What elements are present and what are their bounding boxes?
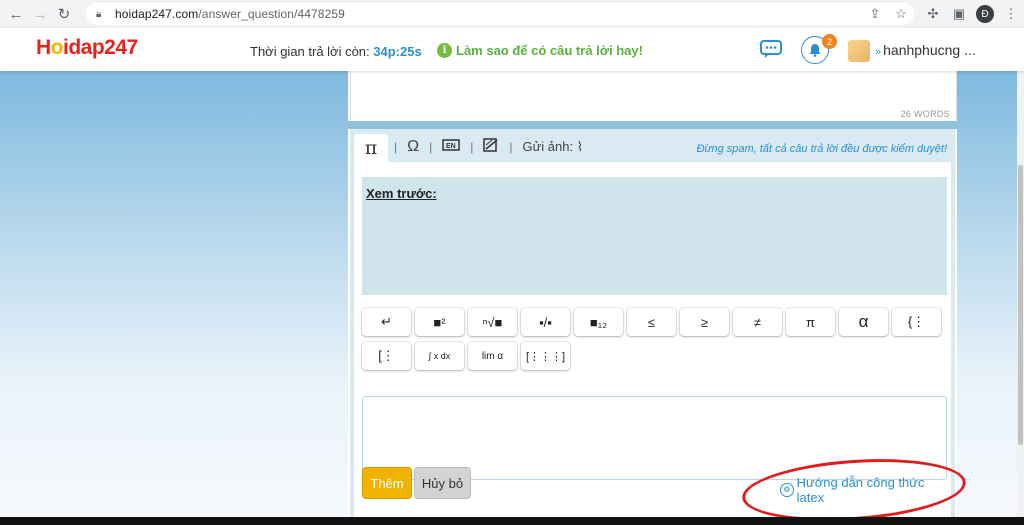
tab-draw[interactable] — [473, 137, 509, 157]
info-icon: i — [437, 43, 452, 58]
spam-notice: Đừng spam, tất cả câu trả lời đều được k… — [696, 143, 947, 155]
chevron-down-icon: » — [875, 46, 882, 58]
geq-button[interactable]: ≥ — [680, 308, 729, 336]
root-button[interactable]: ⁿ√■ — [468, 308, 517, 336]
bookmark-star-icon[interactable]: ☆ — [888, 6, 914, 22]
back-icon[interactable]: ← — [4, 2, 28, 26]
browser-toolbar: ← → ↻ 🔒︎ hoidap247.com/answer_question/4… — [0, 0, 1024, 28]
neq-button[interactable]: ≠ — [733, 308, 782, 336]
tab-separator: | — [394, 140, 398, 154]
leq-button[interactable]: ≤ — [627, 308, 676, 336]
bottom-bar — [0, 517, 1024, 525]
site-logo[interactable]: Hoidap247 — [36, 36, 138, 60]
divider-band — [348, 121, 957, 129]
scrollbar-thumb[interactable] — [1018, 165, 1023, 445]
editor-tabs: π | Ω | EN | | Gửi ảnh: ⌇ — [354, 134, 583, 162]
subscript-button[interactable]: ■₁₂ — [574, 308, 623, 336]
answer-timer: Thời gian trả lời còn: 34p:25s — [250, 44, 422, 59]
pi-button[interactable]: π — [786, 308, 835, 336]
matrix-button[interactable]: [⋮⋮⋮] — [521, 342, 570, 370]
svg-text:EN: EN — [446, 143, 456, 150]
limit-button[interactable]: lim α — [468, 342, 517, 370]
user-menu[interactable]: » hanhphucng ... — [875, 42, 976, 58]
bracket-system-button[interactable]: [⋮ — [362, 342, 411, 370]
side-panel-icon[interactable]: ▣ — [946, 6, 972, 22]
reload-icon[interactable]: ↻ — [52, 2, 76, 26]
profile-avatar[interactable]: Đ — [976, 5, 994, 23]
extensions-icon[interactable]: ✣ — [920, 6, 946, 22]
tab-symbols[interactable]: Ω — [397, 138, 429, 156]
enter-button[interactable]: ↵ — [362, 308, 411, 336]
integral-button[interactable]: ∫ x dx — [415, 342, 464, 370]
page-background-right — [957, 71, 1017, 517]
send-image-button[interactable]: Gửi ảnh: ⌇ — [512, 139, 583, 155]
answer-panel: 26 WORDS π | Ω | EN | | Gửi ảnh: ⌇ Đừng … — [348, 71, 957, 519]
page-background-left — [0, 71, 348, 517]
share-icon[interactable]: ⇪ — [862, 6, 888, 22]
tab-math[interactable]: π — [354, 134, 388, 162]
timer-value: 34p:25s — [373, 44, 422, 59]
power-button[interactable]: ■² — [415, 308, 464, 336]
lock-icon: 🔒︎ — [96, 8, 102, 20]
preview-label: Xem trước: — [366, 186, 437, 201]
alpha-button[interactable]: α — [839, 308, 888, 336]
answer-text-area[interactable]: 26 WORDS — [350, 71, 957, 121]
user-avatar[interactable] — [848, 40, 870, 62]
word-count: 26 WORDS — [900, 109, 950, 119]
paperclip-icon: ⌇ — [576, 139, 584, 154]
url-text: hoidap247.com/answer_question/4478259 — [115, 7, 345, 21]
system-button[interactable]: {⋮ — [892, 308, 941, 336]
chat-icon[interactable] — [760, 40, 782, 58]
address-bar[interactable]: 🔒︎ hoidap247.com/answer_question/4478259… — [86, 3, 914, 25]
cancel-button[interactable]: Hủy bỏ — [414, 467, 471, 499]
notification-badge: 2 — [822, 34, 837, 49]
add-button[interactable]: Thêm — [362, 467, 412, 499]
forward-icon[interactable]: → — [28, 2, 52, 26]
menu-kebab-icon[interactable]: ⋮ — [998, 6, 1024, 22]
tab-keyboard[interactable]: EN — [432, 138, 470, 156]
fraction-button[interactable]: ▪/▪ — [521, 308, 570, 336]
site-header: Hoidap247 Thời gian trả lời còn: 34p:25s… — [0, 28, 1024, 71]
preview-box: Xem trước: — [362, 177, 947, 295]
answer-tip-link[interactable]: i Làm sao để có câu trả lời hay! — [437, 43, 643, 58]
